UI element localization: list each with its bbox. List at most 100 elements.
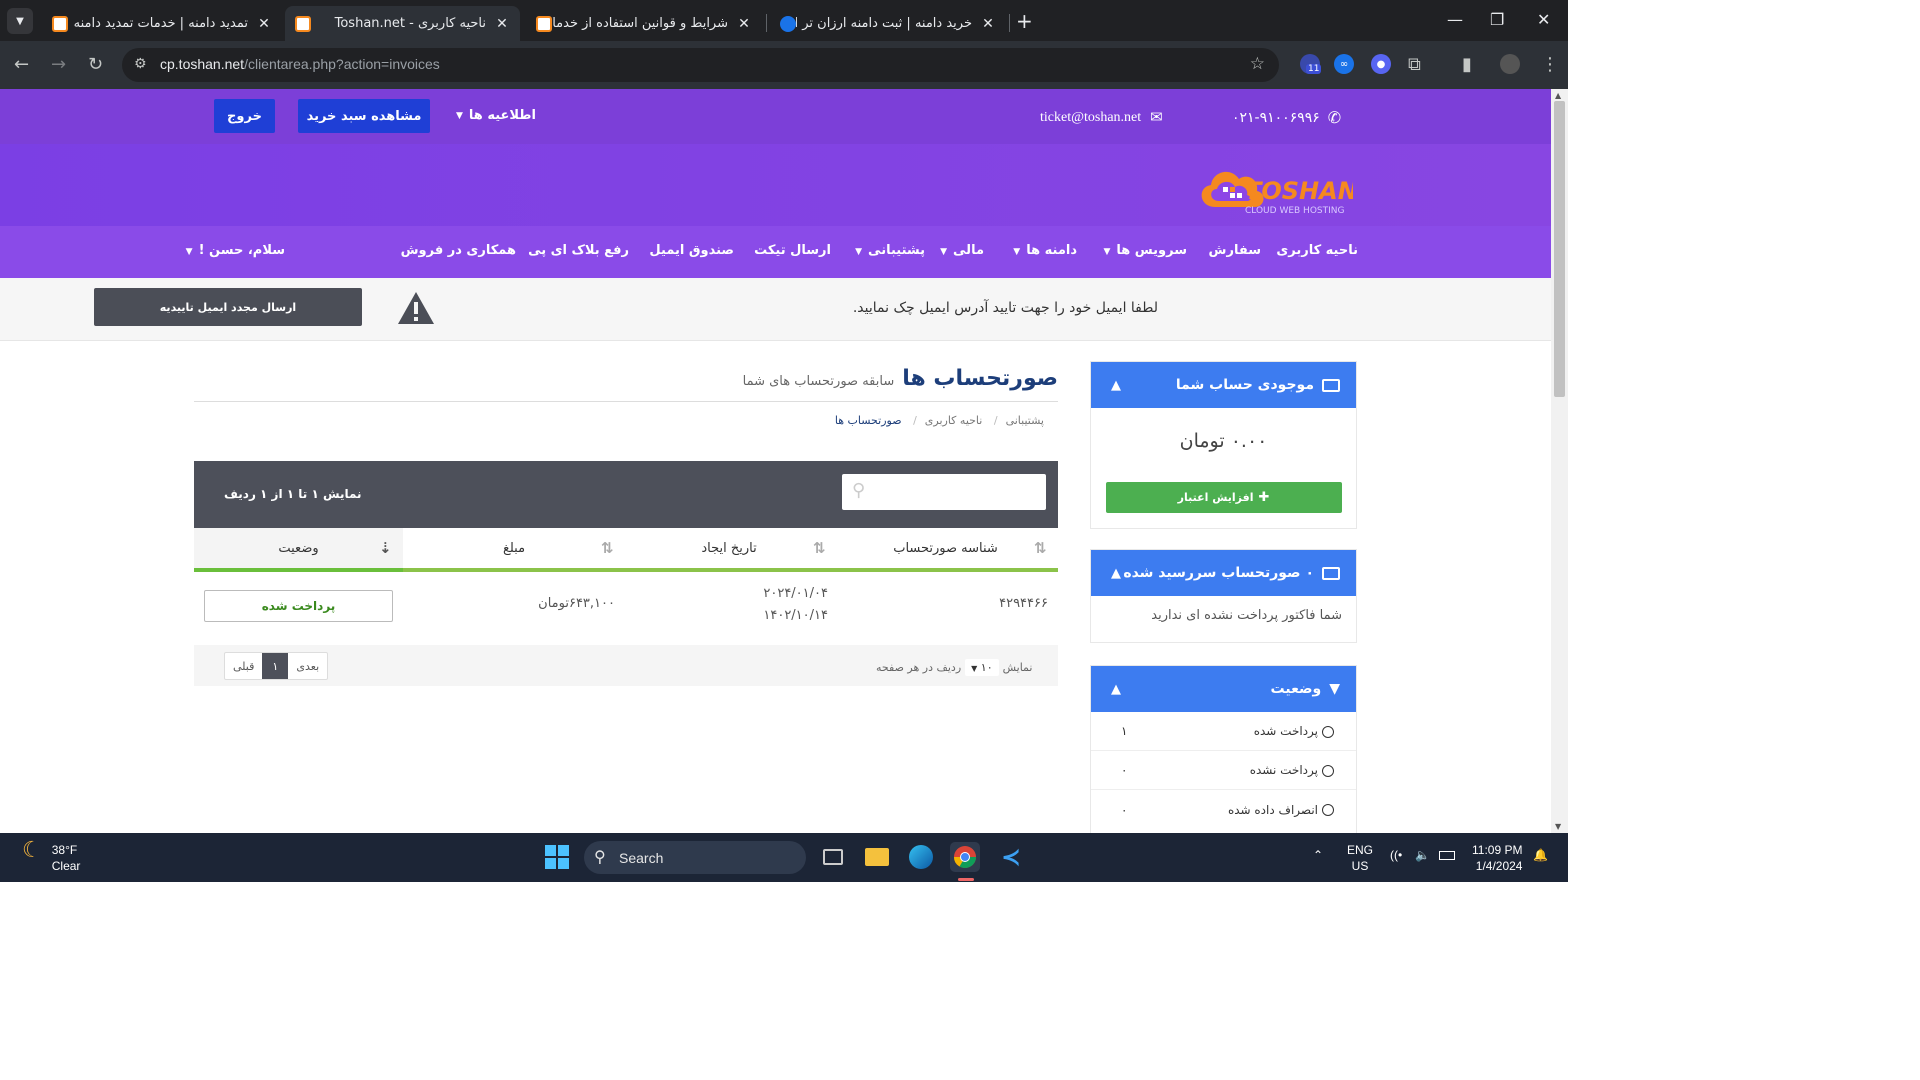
maximize-icon[interactable]: ❐: [1490, 10, 1504, 29]
invoice-date-gregorian: ۲۰۲۴/۰۱/۰۴: [763, 586, 828, 601]
clock[interactable]: 11:09 PM 1/4/2024: [1472, 842, 1522, 874]
nav-support[interactable]: پشتیبانی▼: [855, 243, 925, 258]
status-filter-item[interactable]: انصراف داده شده ۰: [1091, 790, 1356, 829]
task-view-icon[interactable]: [818, 842, 848, 872]
column-header-amount[interactable]: مبلغ: [403, 528, 625, 572]
balance-panel-header[interactable]: موجودی حساب شما ▲: [1091, 362, 1356, 408]
nav-billing[interactable]: مالی▼: [940, 243, 984, 258]
table-info: نمایش ۱ تا ۱ از ۱ ردیف: [224, 487, 362, 501]
column-header-status[interactable]: وضعیت: [194, 528, 403, 572]
battery-icon[interactable]: [1439, 848, 1455, 864]
wifi-icon[interactable]: ((•: [1390, 847, 1402, 863]
scroll-thumb[interactable]: [1554, 101, 1565, 397]
bookmark-star-icon[interactable]: ☆: [1250, 54, 1265, 74]
webpage: ۰۲۱-۹۱۰۰۶۹۹۶ ✆ ticket@toshan.net ✉ اطلاع…: [0, 89, 1551, 833]
status-panel-header[interactable]: ▼ وضعیت ▲: [1091, 666, 1356, 712]
edge-browser-icon[interactable]: [906, 842, 936, 872]
logout-button[interactable]: خروج: [214, 99, 275, 133]
close-tab-icon[interactable]: ✕: [256, 16, 272, 32]
email-contact[interactable]: ticket@toshan.net ✉: [1040, 108, 1163, 127]
status-filter-item[interactable]: پرداخت شده ۱: [1091, 712, 1356, 751]
site-info-icon[interactable]: ⚙: [134, 56, 147, 72]
pagination: قبلی ۱ بعدی: [224, 652, 329, 680]
resend-verification-button[interactable]: ارسال مجدد ایمیل تاییدیه: [94, 288, 362, 326]
notification-bell-icon[interactable]: 🔔: [1533, 847, 1548, 863]
nav-open-ticket[interactable]: ارسال تیکت: [754, 243, 831, 258]
url-text[interactable]: cp.toshan.net/clientarea.php?action=invo…: [160, 56, 440, 72]
column-header-date[interactable]: تاریخ ایجاد: [625, 528, 833, 572]
chevron-up-icon[interactable]: ▲: [1111, 378, 1121, 393]
view-cart-button[interactable]: مشاهده سبد خرید: [298, 99, 430, 133]
language-indicator[interactable]: ENG US: [1347, 842, 1373, 874]
back-icon[interactable]: ←: [14, 54, 29, 75]
browser-tab-active[interactable]: ناحیه کاربری - Toshan.net ✕: [285, 6, 520, 41]
side-panel-icon[interactable]: ▮: [1462, 54, 1472, 75]
close-tab-icon[interactable]: ✕: [736, 16, 752, 32]
current-page[interactable]: ۱: [262, 653, 289, 679]
table-search-input[interactable]: ⚲: [842, 474, 1046, 510]
toshan-favicon-icon: [536, 15, 552, 32]
start-button[interactable]: [542, 842, 572, 872]
extensions-puzzle-icon[interactable]: ⧉: [1408, 54, 1421, 75]
overdue-panel-header[interactable]: ۰ صورتحساب سررسید شده ▲: [1091, 550, 1356, 596]
close-tab-icon[interactable]: ✕: [980, 16, 996, 32]
forward-icon[interactable]: →: [51, 54, 66, 75]
browser-tab[interactable]: شرایط و قوانین استفاده از خدمات ✕: [526, 6, 762, 41]
prev-page-button[interactable]: قبلی: [225, 653, 262, 679]
next-page-button[interactable]: بعدی: [288, 653, 327, 679]
page-scrollbar[interactable]: ▲ ▼: [1551, 89, 1568, 833]
browser-tab[interactable]: تمدید دامنه | خدمات تمدید دامنه ✕: [42, 6, 282, 41]
phone-contact[interactable]: ۰۲۱-۹۱۰۰۶۹۹۶ ✆: [1232, 108, 1341, 127]
sort-icon[interactable]: ⇅: [601, 539, 614, 557]
nav-email-inbox[interactable]: صندوق ایمیل: [649, 243, 734, 258]
nav-domains[interactable]: دامنه ها▼: [1013, 243, 1077, 258]
add-credit-button[interactable]: ✚ افزایش اعتبار: [1105, 482, 1342, 513]
windows-taskbar: ☾ 38°F Clear ⚲ Search ≺ ⌃ ENG US ((• 🔈 11:…: [0, 833, 1568, 882]
status-filter-item[interactable]: پرداخت نشده ۰: [1091, 751, 1356, 790]
tab-title: ناحیه کاربری - Toshan.net: [334, 16, 486, 31]
profile-avatar[interactable]: [1500, 54, 1520, 74]
column-header-invoice-id[interactable]: شناسه صورتحساب: [833, 528, 1058, 572]
svg-text:CLOUD WEB HOSTING: CLOUD WEB HOSTING: [1245, 206, 1345, 216]
chevron-up-icon[interactable]: ▲: [1111, 566, 1121, 581]
sort-desc-icon[interactable]: ⇣: [379, 539, 392, 557]
chevron-up-icon[interactable]: ▲: [1111, 682, 1121, 697]
reload-icon[interactable]: ↻: [88, 54, 103, 75]
vscode-icon[interactable]: ≺: [996, 842, 1026, 872]
toshan-logo[interactable]: TOSHAN CLOUD WEB HOSTING: [1193, 157, 1353, 219]
plus-icon: ✚: [1258, 490, 1270, 505]
toshan-favicon-icon: [295, 15, 311, 32]
extension-icon[interactable]: 11: [1300, 54, 1322, 74]
nav-order[interactable]: سفارش: [1209, 243, 1261, 258]
url-omnibox[interactable]: ⚙ cp.toshan.net/clientarea.php?action=in…: [122, 48, 1279, 82]
announcements-dropdown[interactable]: اطلاعیه ها ▼: [456, 108, 536, 123]
close-window-icon[interactable]: ✕: [1537, 10, 1550, 29]
close-tab-icon[interactable]: ✕: [494, 16, 510, 32]
sort-icon[interactable]: ⇅: [813, 539, 826, 557]
breadcrumb-item[interactable]: ناحیه کاربری: [925, 414, 983, 427]
show-hidden-icons[interactable]: ⌃: [1313, 847, 1323, 863]
per-page-select[interactable]: ۱۰ ▼: [965, 659, 999, 676]
taskbar-search[interactable]: ⚲ Search: [584, 841, 806, 874]
nav-affiliates[interactable]: همکاری در فروش: [401, 243, 516, 258]
extension-icon[interactable]: ∞: [1334, 54, 1354, 74]
tab-search-dropdown-icon[interactable]: ▼: [7, 8, 33, 34]
sort-icon[interactable]: ⇅: [1034, 539, 1047, 557]
nav-client-area[interactable]: ناحیه کاربری: [1276, 243, 1358, 258]
browser-tab[interactable]: خرید دامنه | ثبت دامنه ارزان تر از ✕: [770, 6, 1006, 41]
extension-icon[interactable]: ●: [1371, 54, 1391, 74]
minimize-icon[interactable]: —: [1447, 10, 1463, 29]
radio-icon: [1322, 725, 1334, 738]
nav-services[interactable]: سرویس ها▼: [1103, 243, 1187, 258]
volume-icon[interactable]: 🔈: [1415, 847, 1430, 863]
new-tab-icon[interactable]: +: [1016, 9, 1033, 33]
file-explorer-icon[interactable]: [862, 842, 892, 872]
chevron-down-icon: ▼: [855, 247, 863, 257]
menu-kebab-icon[interactable]: ⋮: [1541, 54, 1559, 75]
user-greeting-dropdown[interactable]: سلام، حسن !▼: [186, 243, 285, 258]
breadcrumb-item[interactable]: پشتیبانی: [1006, 414, 1044, 427]
chrome-browser-icon[interactable]: [950, 842, 980, 872]
nav-unblock-ip[interactable]: رفع بلاک ای پی: [528, 243, 629, 258]
invoice-id-cell[interactable]: ۴۲۹۴۴۶۶: [999, 596, 1048, 611]
weather-widget[interactable]: ☾ 38°F Clear: [22, 839, 80, 874]
